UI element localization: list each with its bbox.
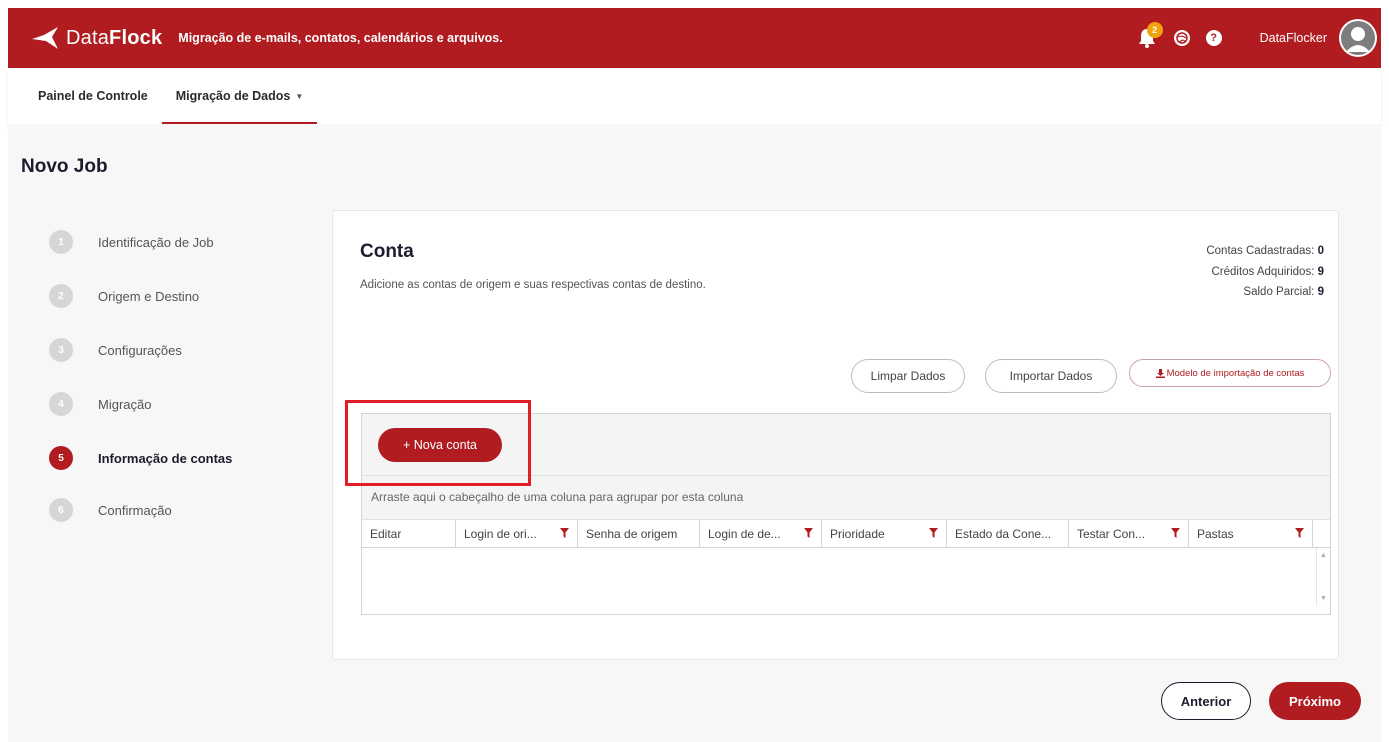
app-tagline: Migração de e-mails, contatos, calendári… [178, 31, 503, 45]
chevron-down-icon: ▼ [295, 91, 304, 101]
grid-body: ▲ ▼ [362, 548, 1330, 606]
column-test-connection[interactable]: Testar Con... [1069, 520, 1189, 547]
stat-partial-balance: Saldo Parcial: 9 [1243, 286, 1324, 298]
step-6[interactable]: 6 Confirmação [49, 498, 172, 522]
card-title: Conta [360, 241, 414, 262]
step-label: Identificação de Job [98, 234, 214, 250]
username[interactable]: DataFlocker [1260, 31, 1327, 45]
step-number: 6 [49, 498, 73, 522]
step-label: Configurações [98, 342, 182, 358]
avatar[interactable] [1339, 19, 1377, 57]
column-edit[interactable]: Editar [362, 520, 456, 547]
nav-item-data-migration[interactable]: Migração de Dados ▼ [161, 68, 318, 124]
account-stats: Contas Cadastradas: 0 Créditos Adquirido… [1206, 241, 1324, 303]
step-label: Origem e Destino [98, 288, 200, 304]
stat-acquired-credits: Créditos Adquiridos: 9 [1211, 265, 1324, 278]
step-number: 3 [49, 338, 73, 362]
step-number: 4 [49, 392, 73, 416]
card-subtitle: Adicione as contas de origem e suas resp… [360, 279, 706, 291]
stat-registered-accounts: Contas Cadastradas: 0 [1206, 245, 1324, 257]
column-source-password[interactable]: Senha de origem [578, 520, 700, 547]
highlight-box [345, 400, 531, 486]
download-icon [1155, 368, 1165, 378]
logo-icon [32, 27, 58, 49]
import-data-button[interactable]: Importar Dados [985, 359, 1117, 393]
column-connection-status[interactable]: Estado da Cone... [947, 520, 1069, 547]
step-5[interactable]: 5 Informação de contas [49, 446, 232, 470]
clear-data-button[interactable]: Limpar Dados [851, 359, 965, 393]
notification-badge: 2 [1146, 22, 1163, 38]
step-number: 5 [49, 446, 73, 470]
grid-header: Editar Login de ori... Senha de origem L… [362, 520, 1330, 548]
step-1[interactable]: 1 Identificação de Job [49, 230, 214, 254]
globe-icon[interactable] [1173, 30, 1190, 46]
filter-icon[interactable] [560, 528, 569, 538]
filter-icon[interactable] [1171, 528, 1180, 538]
column-destination-login[interactable]: Login de de... [700, 520, 822, 547]
column-priority[interactable]: Prioridade [822, 520, 947, 547]
step-label: Informação de contas [98, 450, 233, 466]
help-icon[interactable]: ? [1205, 30, 1222, 46]
import-template-button[interactable]: Modelo de importação de contas [1129, 359, 1331, 387]
notifications-button[interactable]: 2 [1134, 22, 1163, 51]
column-folders[interactable]: Pastas [1189, 520, 1313, 547]
filter-icon[interactable] [1295, 528, 1304, 538]
brand-logo[interactable]: DataFlock [30, 25, 162, 51]
column-source-login[interactable]: Login de ori... [456, 520, 578, 547]
step-label: Migração [98, 396, 152, 412]
filter-icon[interactable] [804, 528, 813, 538]
avatar-icon [1341, 21, 1375, 55]
step-number: 2 [49, 284, 73, 308]
vertical-scrollbar[interactable]: ▲ ▼ [1316, 548, 1330, 606]
scroll-down-icon[interactable]: ▼ [1320, 595, 1327, 602]
main-nav: Painel de Controle Migração de Dados ▼ [8, 68, 1381, 124]
nav-item-dashboard[interactable]: Painel de Controle [24, 68, 162, 124]
step-2[interactable]: 2 Origem e Destino [49, 284, 199, 308]
page-title: Novo Job [21, 156, 108, 177]
step-label: Confirmação [98, 502, 172, 518]
next-button[interactable]: Próximo [1269, 682, 1361, 720]
brand-name: DataFlock [66, 26, 163, 49]
top-header: DataFlock Migração de e-mails, contatos,… [8, 8, 1381, 68]
step-number: 1 [49, 230, 73, 254]
content-area: Novo Job 1 Identificação de Job 2 Origem… [8, 124, 1381, 742]
step-4[interactable]: 4 Migração [49, 392, 151, 416]
step-3[interactable]: 3 Configurações [49, 338, 182, 362]
scroll-up-icon[interactable]: ▲ [1320, 552, 1327, 559]
previous-button[interactable]: Anterior [1161, 682, 1251, 720]
filter-icon[interactable] [929, 528, 938, 538]
